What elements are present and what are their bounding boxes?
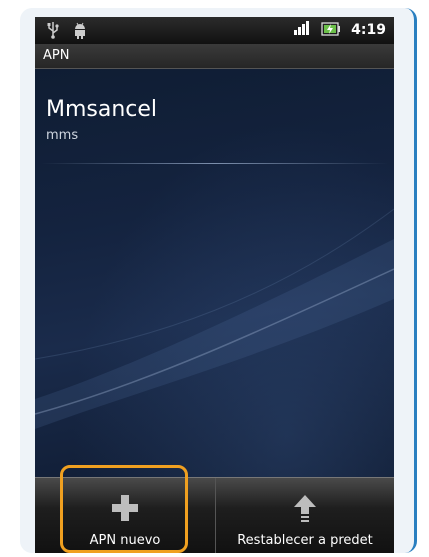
usb-icon <box>47 21 59 43</box>
apn-name: Mmsancel <box>46 97 158 122</box>
list-item-apn[interactable]: Mmsancel mms <box>35 69 394 169</box>
signal-icon <box>293 20 311 40</box>
status-bar: 4:19 <box>35 17 394 44</box>
reset-to-default-button[interactable]: Restablecer a predet <box>216 478 394 553</box>
reset-arrow-icon <box>293 494 317 530</box>
clock-time: 4:19 <box>351 22 386 38</box>
battery-icon <box>321 21 341 40</box>
divider <box>41 163 388 164</box>
apn-list: Mmsancel mms <box>35 69 394 477</box>
highlight-annotation <box>60 465 188 553</box>
app-title-bar: APN <box>35 44 394 69</box>
reset-label: Restablecer a predet <box>237 533 373 548</box>
android-debug-icon <box>73 21 87 43</box>
page-title: APN <box>43 48 70 63</box>
apn-type: mms <box>46 128 79 143</box>
